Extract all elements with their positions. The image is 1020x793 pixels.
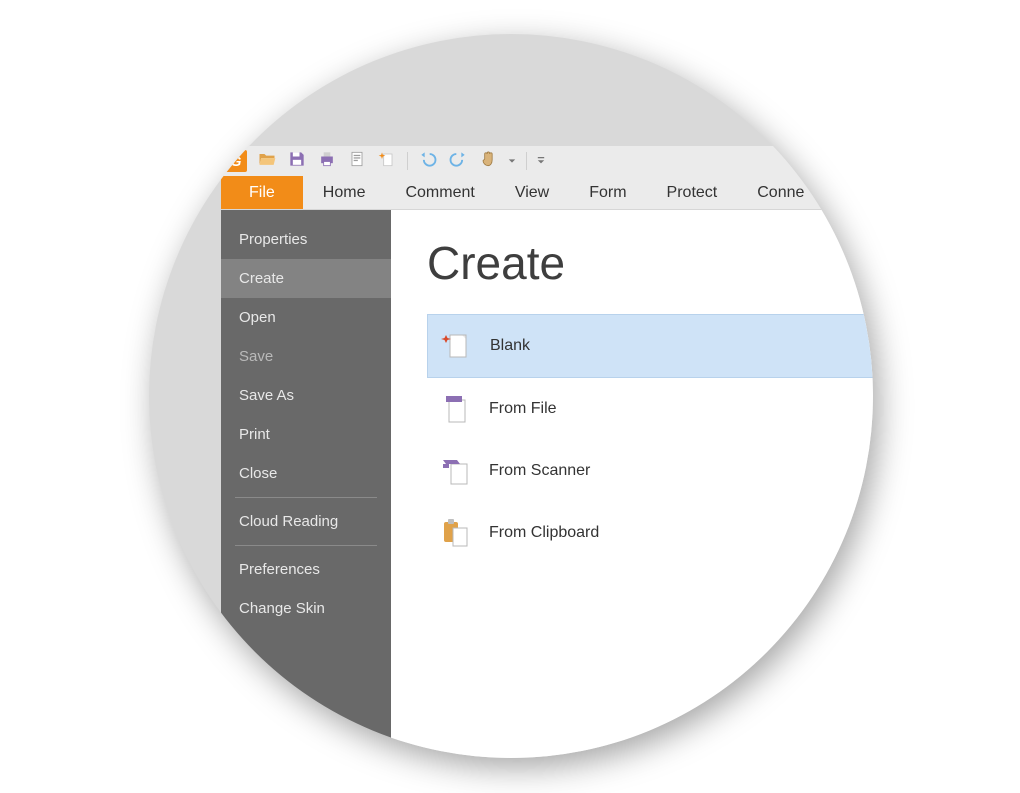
tab-comment[interactable]: Comment bbox=[385, 176, 494, 209]
sidebar-item-close[interactable]: Close bbox=[221, 454, 391, 493]
toolbar-divider bbox=[526, 152, 527, 170]
redo-icon[interactable] bbox=[448, 149, 468, 174]
backstage-sidebar: Properties Create Open Save Save As Prin… bbox=[221, 210, 391, 758]
tool-dropdown-icon[interactable] bbox=[508, 157, 516, 165]
sidebar-item-open[interactable]: Open bbox=[221, 298, 391, 337]
tab-view[interactable]: View bbox=[495, 176, 569, 209]
tab-form[interactable]: Form bbox=[569, 176, 646, 209]
option-label: From File bbox=[489, 400, 557, 418]
toolbar-divider bbox=[407, 152, 408, 170]
ribbon-tabs: File Home Comment View Form Protect Conn… bbox=[221, 176, 873, 210]
new-page-icon[interactable] bbox=[377, 149, 397, 174]
create-option-from-file[interactable]: From File bbox=[427, 378, 873, 440]
option-label: From Clipboard bbox=[489, 524, 599, 542]
sidebar-item-create[interactable]: Create bbox=[221, 259, 391, 298]
application-window: G bbox=[221, 146, 873, 758]
circular-crop: G bbox=[149, 34, 873, 758]
from-clipboard-icon bbox=[439, 516, 473, 550]
from-scanner-icon bbox=[439, 454, 473, 488]
save-icon[interactable] bbox=[287, 149, 307, 174]
create-option-from-scanner[interactable]: From Scanner bbox=[427, 440, 873, 502]
backstage-view: Properties Create Open Save Save As Prin… bbox=[221, 210, 873, 758]
tab-home[interactable]: Home bbox=[303, 176, 386, 209]
sidebar-item-properties[interactable]: Properties bbox=[221, 220, 391, 259]
sidebar-item-change-skin[interactable]: Change Skin bbox=[221, 589, 391, 628]
sidebar-item-save-as[interactable]: Save As bbox=[221, 376, 391, 415]
sidebar-item-cloud-reading[interactable]: Cloud Reading bbox=[221, 502, 391, 541]
from-file-icon bbox=[439, 392, 473, 426]
blank-page-icon bbox=[440, 329, 474, 363]
sidebar-item-print[interactable]: Print bbox=[221, 415, 391, 454]
sidebar-item-save: Save bbox=[221, 337, 391, 376]
page-icon[interactable] bbox=[347, 149, 367, 174]
print-icon[interactable] bbox=[317, 149, 337, 174]
sidebar-item-preferences[interactable]: Preferences bbox=[221, 550, 391, 589]
open-folder-icon[interactable] bbox=[257, 149, 277, 174]
tab-connect[interactable]: Conne bbox=[737, 176, 824, 209]
create-option-from-clipboard[interactable]: From Clipboard bbox=[427, 502, 873, 564]
sidebar-separator bbox=[235, 545, 377, 546]
app-logo-icon: G bbox=[225, 150, 247, 172]
quick-access-toolbar: G bbox=[221, 146, 873, 176]
page-title: Create bbox=[427, 236, 873, 290]
option-label: From Scanner bbox=[489, 462, 590, 480]
create-option-blank[interactable]: Blank bbox=[427, 314, 873, 378]
undo-icon[interactable] bbox=[418, 149, 438, 174]
backstage-main: Create Blank From File bbox=[391, 210, 873, 758]
sidebar-separator bbox=[235, 497, 377, 498]
qat-customize-icon[interactable] bbox=[537, 157, 545, 165]
option-label: Blank bbox=[490, 337, 530, 355]
hand-tool-icon[interactable] bbox=[478, 149, 498, 174]
tab-protect[interactable]: Protect bbox=[647, 176, 738, 209]
tab-file[interactable]: File bbox=[221, 176, 303, 209]
